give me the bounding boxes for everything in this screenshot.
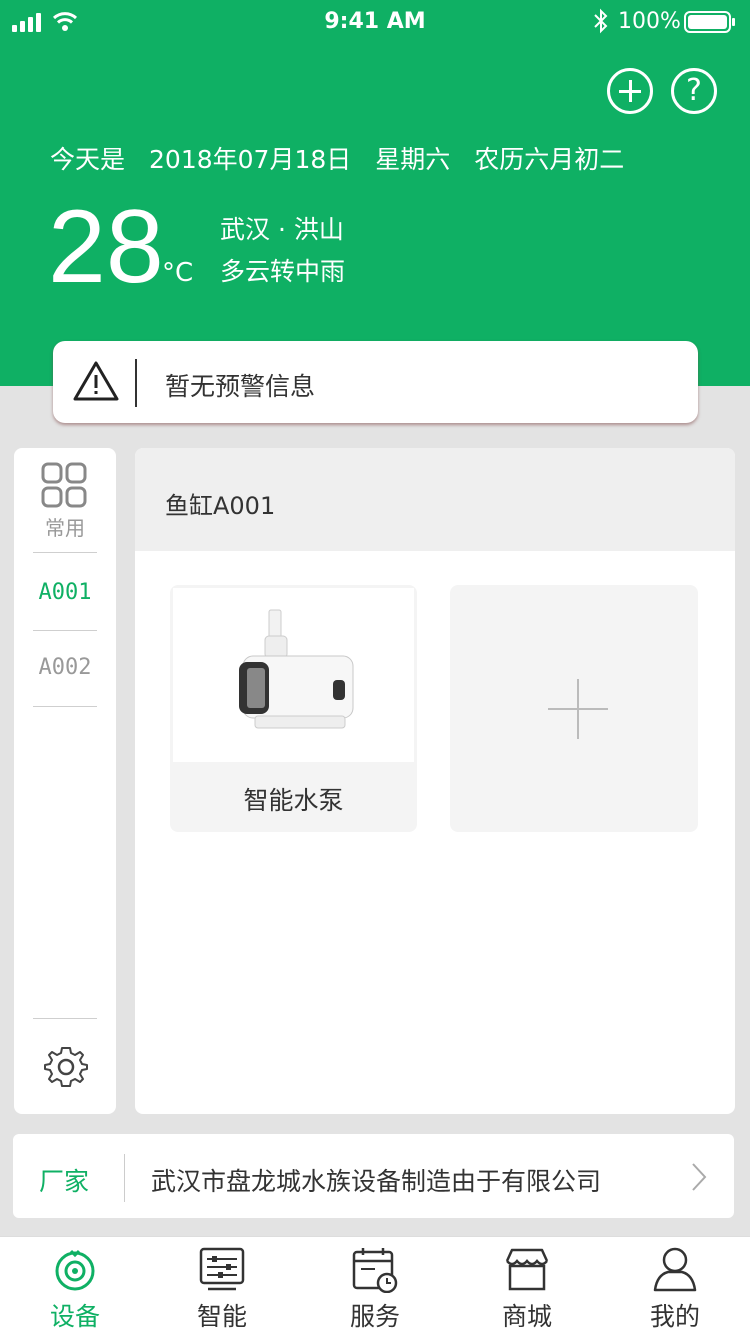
divider xyxy=(33,552,97,553)
weather-text: 多云转中雨 xyxy=(220,257,346,286)
tab-smart[interactable]: 智能 xyxy=(147,1237,297,1334)
panel-header: 鱼缸A001 xyxy=(135,448,735,551)
device-icon xyxy=(55,1249,95,1291)
tab-smart-label: 智能 xyxy=(196,1302,247,1331)
date-line: 今天是 2018年07月18日 星期六 农历六月初二 xyxy=(50,140,648,176)
chevron-right-icon xyxy=(692,1163,707,1191)
add-device-card[interactable] xyxy=(450,585,698,832)
tank-sidebar: 常用 A001 A002 xyxy=(14,448,116,1114)
temperature: 28 xyxy=(48,189,164,305)
tab-profile[interactable]: 我的 xyxy=(600,1237,750,1334)
divider xyxy=(33,630,97,631)
help-button[interactable]: ? xyxy=(671,68,717,114)
temperature-unit: °C xyxy=(162,258,194,288)
tab-store[interactable]: 商城 xyxy=(452,1237,602,1334)
weekday-text: 星期六 xyxy=(375,145,451,174)
tab-service[interactable]: 服务 xyxy=(300,1237,450,1334)
tab-devices[interactable]: 设备 xyxy=(0,1237,150,1334)
smart-sliders-icon xyxy=(199,1247,245,1291)
tab-devices-label: 设备 xyxy=(49,1302,100,1331)
divider xyxy=(33,706,97,707)
vendor-row[interactable]: 厂家 武汉市盘龙城水族设备制造由于有限公司 xyxy=(13,1134,734,1218)
tank-panel: 鱼缸A001 智能水泵 xyxy=(135,448,735,1114)
add-device-button[interactable] xyxy=(607,68,653,114)
water-pump-icon xyxy=(239,609,354,729)
sidebar-common-label: 常用 xyxy=(45,516,85,540)
user-icon xyxy=(653,1247,697,1292)
sidebar-item-a002[interactable]: A002 xyxy=(14,655,116,680)
device-image xyxy=(173,588,414,762)
date-text: 2018年07月18日 xyxy=(149,145,352,174)
date-prefix: 今天是 xyxy=(50,145,126,174)
lunar-date-text: 农历六月初二 xyxy=(474,145,625,174)
alert-text: 暂无预警信息 xyxy=(165,372,316,401)
location: 武汉 · 洪山 xyxy=(220,215,344,244)
battery-icon xyxy=(684,11,735,33)
alert-banner[interactable]: 暂无预警信息 xyxy=(53,341,698,423)
store-icon xyxy=(505,1248,549,1291)
tab-store-label: 商城 xyxy=(501,1302,552,1331)
vendor-label: 厂家 xyxy=(39,1167,90,1196)
bluetooth-icon xyxy=(594,8,608,34)
gear-icon[interactable] xyxy=(44,1045,88,1089)
sidebar-item-a001[interactable]: A001 xyxy=(14,580,116,605)
sidebar-item-common[interactable]: 常用 xyxy=(14,448,116,552)
tab-bar: 设备 智能 服务 商城 我的 xyxy=(0,1236,750,1334)
header: 9:41 AM 100% ? 今天是 2018年07月18日 星期六 农历六月初二 2… xyxy=(0,0,750,386)
warning-triangle-icon xyxy=(73,361,119,401)
status-bar: 9:41 AM 100% xyxy=(0,0,750,44)
tab-service-label: 服务 xyxy=(349,1302,400,1331)
vendor-divider xyxy=(124,1154,125,1202)
device-name: 智能水泵 xyxy=(243,786,344,815)
tab-profile-label: 我的 xyxy=(649,1302,700,1331)
battery-percent: 100% xyxy=(618,9,681,34)
device-card-pump[interactable]: 智能水泵 xyxy=(170,585,417,832)
calendar-clock-icon xyxy=(352,1248,398,1293)
question-icon: ? xyxy=(686,73,702,108)
vendor-name: 武汉市盘龙城水族设备制造由于有限公司 xyxy=(151,1167,602,1196)
tank-title: 鱼缸A001 xyxy=(165,492,276,520)
alert-divider xyxy=(135,359,137,407)
grid-icon xyxy=(41,462,87,508)
divider xyxy=(33,1018,97,1019)
